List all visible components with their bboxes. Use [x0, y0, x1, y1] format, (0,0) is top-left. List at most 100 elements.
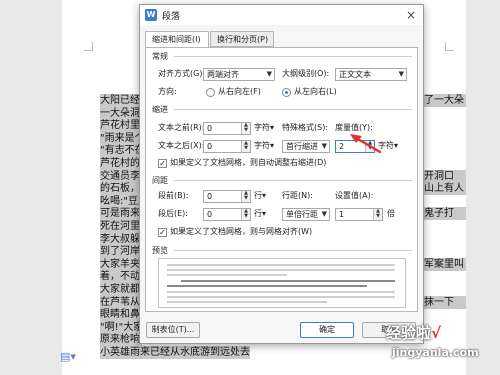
chevron-down-icon: ▼ — [266, 70, 272, 78]
space-after-unit[interactable]: 行▾ — [254, 208, 266, 220]
paragraph-dialog: W 段落 × 缩进和间距(I) 换行和分页(P) 常规 对齐方式(G): 两端对… — [139, 4, 424, 344]
document-line-left-text: 的石板，挑 — [100, 182, 142, 196]
space-before-label: 段前(B): — [158, 191, 189, 200]
document-line-left-text: 吆喝:"豆腐 — [100, 194, 142, 208]
preview-line-current — [181, 280, 395, 282]
document-line-right-text: 开洞口 — [424, 169, 466, 183]
auto-right-indent-checkbox[interactable]: ✓ — [158, 159, 167, 168]
watermark-text: 经验啦 — [386, 324, 432, 342]
document-line-left-text: 原来枪响的 — [100, 333, 142, 347]
snap-to-grid-checkbox[interactable]: ✓ — [158, 228, 167, 237]
setting-value-stepper[interactable]: 1 ▲ ▼ — [335, 208, 383, 221]
space-before-unit[interactable]: 行▾ — [254, 190, 266, 202]
space-after-value: 0 — [207, 210, 213, 219]
indent-before-unit[interactable]: 字符▾ — [254, 122, 274, 134]
document-line-left-text: 大家就都躺 — [100, 283, 142, 296]
chevron-down-icon[interactable]: ▼ — [242, 146, 250, 151]
dialog-titlebar[interactable]: W 段落 × — [140, 5, 423, 25]
space-after-stepper[interactable]: 0 ▲ ▼ — [203, 208, 251, 221]
close-icon[interactable]: × — [403, 7, 419, 23]
stepper-buttons[interactable]: ▲ ▼ — [241, 123, 250, 134]
check-icon: √ — [431, 324, 442, 342]
snap-to-grid-label[interactable]: 如果定义了文档网格，则与网格对齐(W) — [170, 226, 312, 238]
ltr-label[interactable]: 从左向右(L) — [294, 86, 337, 98]
chevron-down-icon[interactable]: ▼ — [242, 128, 250, 133]
line-spacing-label: 行距(N): — [282, 191, 313, 200]
ltr-radio[interactable] — [282, 88, 291, 97]
indent-after-label: 文本之后(X): — [158, 141, 205, 150]
indent-before-value: 0 — [207, 124, 213, 133]
space-before-stepper[interactable]: 0 ▲ ▼ — [203, 190, 251, 203]
document-line-right-text: 鬼子打 — [424, 207, 466, 221]
document-line-left-text: 可是雨来怎 — [100, 207, 142, 221]
tab-line-page-break[interactable]: 换行和分页(P) — [210, 31, 274, 47]
stepper-buttons[interactable]: ▲ ▼ — [241, 141, 250, 152]
dialog-title: 段落 — [162, 12, 181, 22]
line-spacing-select[interactable]: 单倍行距 ▼ — [282, 208, 330, 221]
preview-line — [167, 269, 395, 271]
document-line-left-text: 李大叔躲在 — [100, 232, 142, 246]
preview-line — [167, 291, 395, 293]
document-line-left-text: 芦花村里的 — [100, 119, 142, 133]
chevron-down-icon[interactable]: ▼ — [242, 196, 250, 201]
document-line-right-text: 山上有人 — [424, 182, 466, 196]
preview-line — [167, 274, 287, 276]
tab-panel: 常规 对齐方式(G): 两端对齐 ▼ 大纲级别(O): 正文文本 ▼ 方向: 从右向… — [145, 47, 418, 312]
direction-label: 方向: — [158, 87, 177, 96]
section-general-label: 常规 — [152, 52, 168, 61]
setting-unit: 倍 — [387, 209, 395, 218]
indent-after-value: 0 — [207, 142, 213, 151]
tab-stops-button[interactable]: 制表位(T)... — [146, 322, 200, 338]
rtl-radio[interactable] — [206, 88, 215, 97]
page-corner-mark-right — [445, 42, 454, 51]
document-line-right-text: 抹一下 — [424, 295, 466, 309]
align-value: 两端对齐 — [207, 70, 239, 79]
indent-before-label: 文本之前(R): — [158, 123, 205, 132]
outline-label: 大纲级别(O): — [282, 69, 330, 78]
indent-after-stepper[interactable]: 0 ▲ ▼ — [203, 140, 251, 153]
document-line-left-text: 着，不动乱 — [100, 270, 142, 284]
document-line-left-text: 死在河里了 — [100, 220, 142, 233]
ok-button[interactable]: 确定 — [300, 322, 354, 338]
annotation-arrow-icon — [350, 134, 382, 154]
document-line-left-text: 大阳已经 — [100, 94, 142, 107]
document-line-left-text: 在芦苇从里 — [100, 295, 142, 309]
document-line-left-text: 大家羊夹棍 — [100, 257, 142, 271]
rtl-label[interactable]: 从右向左(F) — [218, 86, 261, 98]
section-divider — [174, 109, 412, 110]
measure-value: 2 — [339, 142, 345, 151]
setting-value-label: 设置值(A): — [335, 191, 374, 200]
preview-line — [167, 296, 395, 298]
section-spacing-label: 间距 — [152, 176, 168, 185]
chevron-down-icon: ▼ — [321, 210, 327, 218]
document-line-left-text: "雨来是个 — [100, 131, 142, 145]
document-line-left-text: 眼睛和鼻子 — [100, 308, 142, 322]
special-format-value: 首行缩进 — [286, 142, 318, 151]
stepper-buttons[interactable]: ▲ ▼ — [373, 209, 382, 220]
auto-right-indent-label[interactable]: 如果定义了文档网格，则自动调整右缩进(D) — [170, 157, 326, 169]
watermark-url: jingyanla.com — [392, 346, 479, 359]
chevron-down-icon[interactable]: ▼ — [242, 214, 250, 219]
watermark-logo: 经验啦√ — [386, 322, 441, 343]
stepper-buttons[interactable]: ▲ ▼ — [241, 191, 250, 202]
document-line-left-text: 一大朵洞 — [100, 106, 142, 120]
stepper-buttons[interactable]: ▲ ▼ — [241, 209, 250, 220]
space-before-value: 0 — [207, 192, 213, 201]
indent-before-stepper[interactable]: 0 ▲ ▼ — [203, 122, 251, 135]
document-line-right-text: 了一大朵 — [424, 94, 466, 107]
section-divider — [174, 56, 412, 57]
align-select[interactable]: 两端对齐 ▼ — [203, 68, 275, 81]
page-corner-mark-left — [84, 42, 93, 51]
document-line-right-text: 军案里叫 — [424, 257, 466, 271]
paragraph-preview — [158, 258, 406, 308]
document-status-icon[interactable]: ▤▾ — [60, 350, 76, 363]
outline-select[interactable]: 正文文本 ▼ — [335, 68, 407, 81]
document-line-left-text: 到了河岸， — [100, 245, 142, 259]
document-line-left-text: 小英雄雨来已经从水底游到远处去了 — [100, 346, 250, 359]
special-format-select[interactable]: 首行缩进 ▼ — [282, 140, 330, 153]
document-line-left-text: "有志不在 — [100, 144, 142, 158]
tab-indent-spacing[interactable]: 缩进和间距(I) — [145, 31, 209, 48]
chevron-down-icon[interactable]: ▼ — [374, 214, 382, 219]
document-line-left-text: 芦花村的 — [100, 157, 142, 170]
indent-after-unit[interactable]: 字符▾ — [254, 140, 274, 152]
